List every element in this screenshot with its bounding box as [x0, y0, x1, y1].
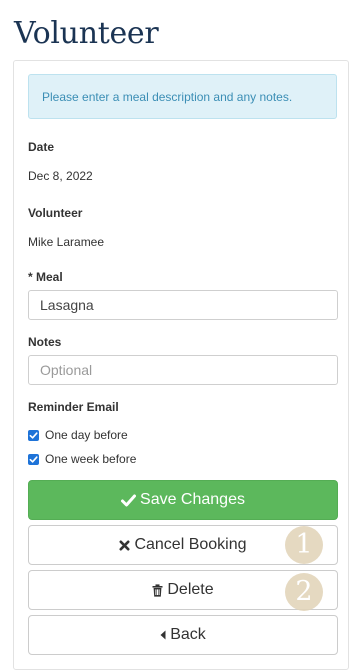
cancel-booking-label: Cancel Booking: [134, 536, 247, 553]
meal-label: * Meal: [28, 270, 63, 284]
one-day-before-label: One day before: [45, 428, 128, 442]
notes-input[interactable]: [28, 355, 338, 385]
meal-input[interactable]: [28, 290, 338, 320]
date-label: Date: [28, 140, 55, 154]
page-title: Volunteer: [14, 16, 159, 51]
volunteer-label: Volunteer: [28, 206, 83, 220]
one-week-before-checkbox[interactable]: [28, 453, 39, 465]
date-value: Dec 8, 2022: [28, 169, 93, 183]
check-icon: [121, 494, 137, 507]
one-day-before-checkbox[interactable]: [28, 429, 39, 441]
one-week-before-label: One week before: [45, 452, 137, 466]
times-icon: [119, 540, 130, 551]
reminder-option-week[interactable]: One week before: [28, 451, 136, 467]
caret-left-icon: [160, 630, 166, 640]
delete-label: Delete: [167, 581, 214, 598]
back-label: Back: [170, 626, 206, 643]
save-changes-label: Save Changes: [140, 491, 245, 508]
volunteer-value: Mike Laramee: [28, 235, 105, 249]
back-button[interactable]: Back: [28, 615, 338, 655]
reminder-option-day[interactable]: One day before: [28, 427, 128, 443]
step-badge-1: 1: [285, 526, 323, 564]
info-alert: Please enter a meal description and any …: [28, 74, 337, 119]
save-changes-button[interactable]: Save Changes: [28, 480, 338, 520]
notes-label: Notes: [28, 335, 62, 349]
trash-icon: [152, 583, 163, 597]
step-badge-2: 2: [285, 573, 323, 611]
reminder-email-label: Reminder Email: [28, 400, 119, 414]
